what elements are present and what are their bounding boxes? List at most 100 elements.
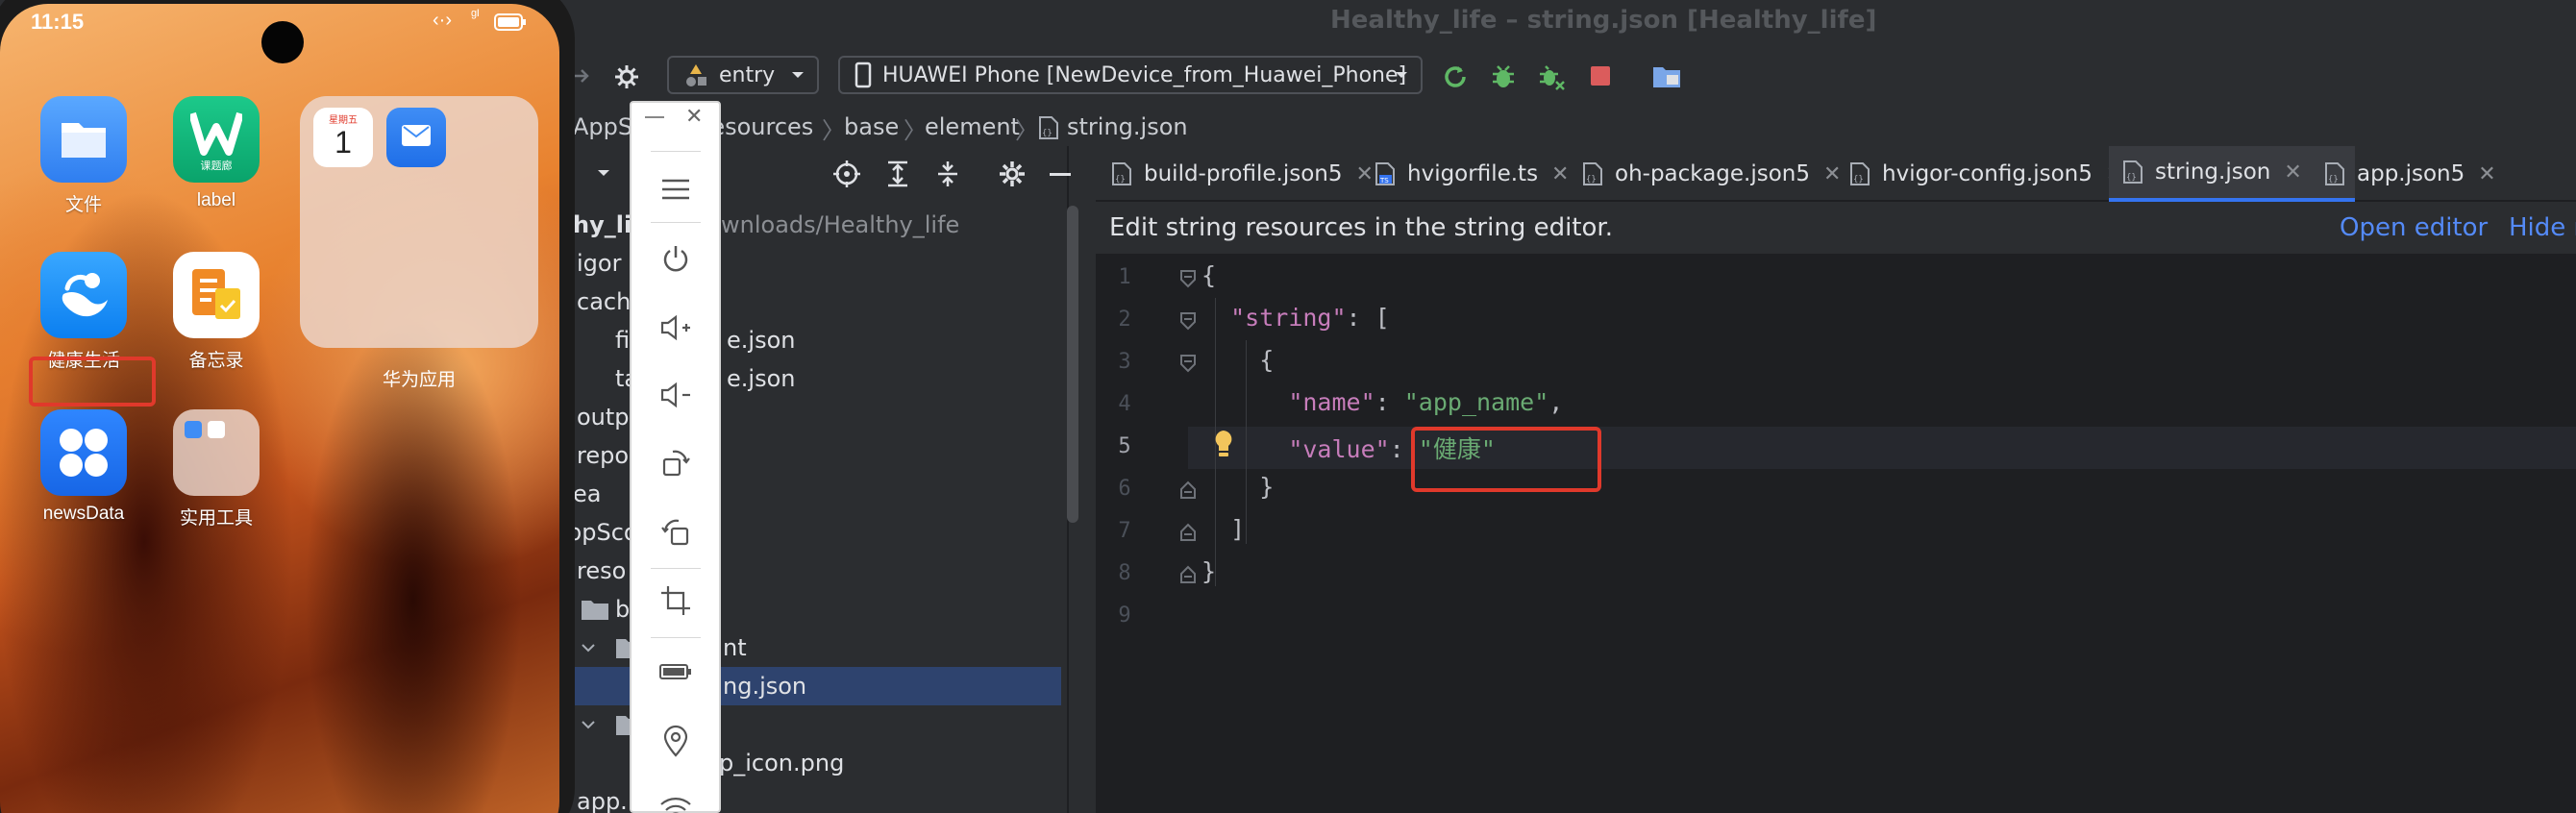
volume-down-icon[interactable] xyxy=(632,368,719,422)
minimize-panel-icon[interactable] xyxy=(1050,173,1071,177)
fold-marker-icon[interactable] xyxy=(1178,269,1198,288)
chevron-down-icon[interactable] xyxy=(596,165,611,181)
breadcrumb-item[interactable]: element xyxy=(925,113,1020,140)
debug-bug-icon[interactable] xyxy=(1486,60,1521,94)
code-line: } xyxy=(1201,473,1274,515)
expand-all-icon[interactable] xyxy=(884,160,911,188)
tab-build-profile[interactable]: {} build-profile.json5 ✕ xyxy=(1111,146,1374,202)
tab-label: hvigor-config.json5 xyxy=(1882,161,2093,186)
json-file-icon: {} xyxy=(2123,160,2143,184)
app-notepad[interactable]: 备忘录 xyxy=(163,252,269,372)
power-icon[interactable] xyxy=(632,232,719,285)
tab-hvigorfile[interactable]: TS hvigorfile.ts ✕ xyxy=(1375,146,1569,202)
location-pin-icon[interactable] xyxy=(632,714,719,768)
tree-item-label: e.json xyxy=(727,365,796,392)
collapse-all-icon[interactable] xyxy=(934,160,961,188)
device-selector[interactable]: HUAWEI Phone [NewDevice_from_Huawei_Phon… xyxy=(838,56,1423,94)
tree-item-label: e.json xyxy=(727,327,796,354)
hide-notification-link[interactable]: Hide n xyxy=(2509,213,2576,242)
json-file-icon: {} xyxy=(1583,162,1602,185)
tab-app-json5[interactable]: {} app.json5 ✕ xyxy=(2324,146,2496,202)
tree-item-label: hy_li xyxy=(573,211,632,238)
tree-item-label: outp xyxy=(577,404,630,431)
settings-target-icon[interactable] xyxy=(611,62,642,92)
divider xyxy=(651,637,701,638)
code-token: : xyxy=(1375,388,1404,416)
health-life-app-icon xyxy=(40,252,127,338)
stop-icon[interactable] xyxy=(1586,62,1615,90)
fold-end-icon[interactable] xyxy=(1178,565,1198,584)
breadcrumb-item[interactable]: string.json xyxy=(1067,113,1188,140)
message-app-icon xyxy=(386,108,446,167)
code-editor[interactable]: 1 2 3 4 5 6 7 8 9 { "string": [ { "name"… xyxy=(1096,256,2576,813)
screenshot-crop-icon[interactable] xyxy=(632,574,719,628)
tab-label: app.json5 xyxy=(2357,161,2465,186)
svg-text:{}: {} xyxy=(1115,175,1126,185)
fold-end-icon[interactable] xyxy=(1178,523,1198,542)
gear-icon[interactable] xyxy=(998,160,1027,188)
battery-icon[interactable] xyxy=(632,645,719,699)
emulator-menu-icon[interactable] xyxy=(632,162,719,216)
app-folder-huawei[interactable]: 星期五 1 xyxy=(300,96,538,348)
contacts-mini-icon xyxy=(185,421,202,438)
app-label: newsData xyxy=(42,504,125,524)
tab-hvigor-config[interactable]: {} hvigor-config.json5 ✕ xyxy=(1849,146,2123,202)
close-icon[interactable]: ✕ xyxy=(2478,162,2495,186)
open-editor-link[interactable]: Open editor xyxy=(2340,213,2488,242)
line-number: 1 xyxy=(1118,265,1131,289)
app-files[interactable]: 文件 xyxy=(31,96,136,216)
close-icon[interactable]: ✕ xyxy=(1823,162,1841,186)
rotate-left-icon[interactable] xyxy=(632,505,719,558)
breadcrumb-item[interactable]: base xyxy=(844,113,899,140)
tab-oh-package[interactable]: {} oh-package.json5 ✕ xyxy=(1582,146,1841,202)
wifi-icon[interactable] xyxy=(632,781,719,813)
close-icon[interactable]: ✕ xyxy=(1355,162,1373,186)
emulator-close-icon[interactable]: ✕ xyxy=(685,105,703,129)
app-newsdata[interactable]: newsData xyxy=(31,409,136,525)
app-tools-folder[interactable]: 实用工具 xyxy=(163,409,269,530)
desktop: Healthy_life – string.json [Healthy_life… xyxy=(0,0,2576,813)
tab-label: string.json xyxy=(2155,160,2271,185)
rerun-icon[interactable] xyxy=(1438,60,1473,94)
line-number: 6 xyxy=(1118,477,1131,501)
tree-item-label: reso xyxy=(577,557,627,584)
app-health-life[interactable]: 健康生活 xyxy=(31,252,136,372)
tree-item-label: ng.json xyxy=(723,673,807,700)
emulator-minimize-icon[interactable] xyxy=(645,116,664,118)
device-manager-icon[interactable] xyxy=(1649,60,1684,94)
battery-status-icon xyxy=(494,13,526,31)
code-token: "name" xyxy=(1288,388,1375,416)
line-number: 3 xyxy=(1118,350,1131,374)
code-token: { xyxy=(1201,261,1217,289)
breadcrumb-item[interactable]: AppS xyxy=(573,113,632,140)
chevron-down-icon xyxy=(582,721,595,729)
data-transfer-icon: ‹·› xyxy=(433,10,452,31)
tab-string-json[interactable]: {} string.json ✕ xyxy=(2109,146,2355,202)
phone-emulator-frame: 11:15 ‹·› ᵍᴵ 文件 课题廊 label 星期五 1 华为应用 健康生… xyxy=(0,0,575,813)
fold-marker-icon[interactable] xyxy=(1178,354,1198,373)
app-label-app[interactable]: 课题廊 label xyxy=(163,96,269,211)
tree-item-label: cach xyxy=(577,288,632,315)
project-scrollbar[interactable] xyxy=(1067,206,1078,523)
value-highlight-box xyxy=(1411,427,1601,492)
tree-item-label: nt xyxy=(723,634,747,661)
fold-marker-icon[interactable] xyxy=(1178,311,1198,331)
fold-end-icon[interactable] xyxy=(1178,480,1198,500)
svg-text:TS: TS xyxy=(1379,177,1389,185)
line-number: 2 xyxy=(1118,308,1131,332)
attach-debugger-icon[interactable] xyxy=(1534,60,1569,94)
phone-home-screen[interactable]: 11:15 ‹·› ᵍᴵ 文件 课题廊 label 星期五 1 华为应用 健康生… xyxy=(0,4,559,813)
json-file-icon: {} xyxy=(1039,116,1058,139)
calendar-weekday: 星期五 xyxy=(329,115,358,126)
app-label: 备忘录 xyxy=(188,351,244,371)
banner-message: Edit string resources in the string edit… xyxy=(1109,213,1613,242)
close-icon[interactable]: ✕ xyxy=(1551,162,1569,186)
line-number: 9 xyxy=(1118,604,1131,628)
close-icon[interactable]: ✕ xyxy=(2284,160,2301,185)
newsdata-app-icon xyxy=(40,409,127,496)
label-app-icon: 课题廊 xyxy=(173,96,260,183)
locate-icon[interactable] xyxy=(832,160,861,188)
rotate-right-icon[interactable] xyxy=(632,435,719,489)
volume-up-icon[interactable] xyxy=(632,301,719,355)
module-selector[interactable]: entry xyxy=(667,56,819,94)
